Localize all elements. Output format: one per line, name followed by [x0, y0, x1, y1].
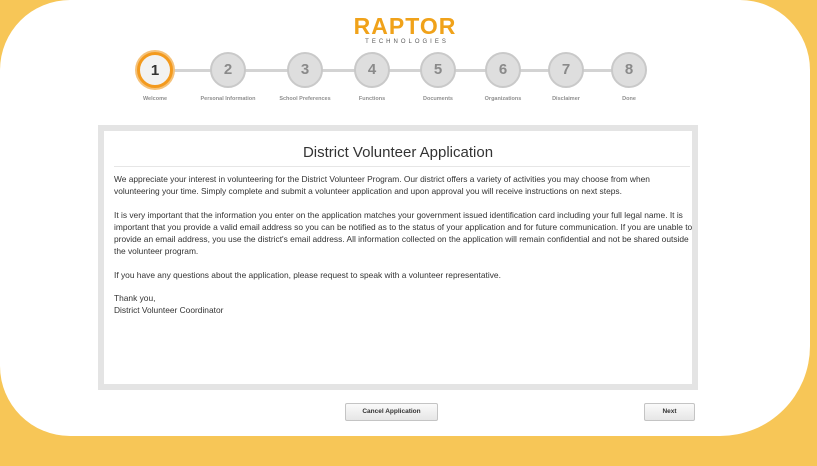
progress-stepper: 1 Welcome 2 Personal Information 3 Schoo… — [110, 52, 670, 106]
next-button[interactable]: Next — [644, 403, 695, 421]
intro-paragraph-3: If you have any questions about the appl… — [114, 269, 501, 280]
step-1-circle[interactable]: 1 — [137, 52, 173, 88]
intro-text: We appreciate your interest in volunteer… — [114, 173, 694, 317]
step-8-circle[interactable]: 8 — [611, 52, 647, 88]
step-4-circle[interactable]: 4 — [354, 52, 390, 88]
step-8-label: Done — [622, 96, 636, 102]
step-2-circle[interactable]: 2 — [210, 52, 246, 88]
step-7-circle[interactable]: 7 — [548, 52, 584, 88]
intro-paragraph-1: We appreciate your interest in volunteer… — [114, 174, 650, 197]
signoff: Thank you, — [114, 293, 156, 304]
page-title: District Volunteer Application — [302, 144, 494, 161]
application-panel: District Volunteer Application We apprec… — [98, 125, 698, 390]
intro-paragraph-2: It is very important that the informatio… — [114, 209, 693, 257]
step-3-circle[interactable]: 3 — [287, 52, 323, 88]
logo-tagline: TECHNOLOGIES — [365, 39, 449, 45]
logo-wordmark: RAPTOR — [353, 13, 457, 39]
signature: District Volunteer Coordinator — [114, 305, 224, 316]
title-divider — [114, 166, 690, 167]
step-1-label: Welcome — [142, 96, 168, 102]
step-5-circle[interactable]: 5 — [420, 52, 456, 88]
cancel-application-button[interactable]: Cancel Application — [345, 403, 438, 421]
raptor-logo: RAPTOR TECHNOLOGIES — [0, 14, 810, 46]
step-2-label: Personal Information — [200, 96, 256, 102]
step-6-circle[interactable]: 6 — [485, 52, 521, 88]
